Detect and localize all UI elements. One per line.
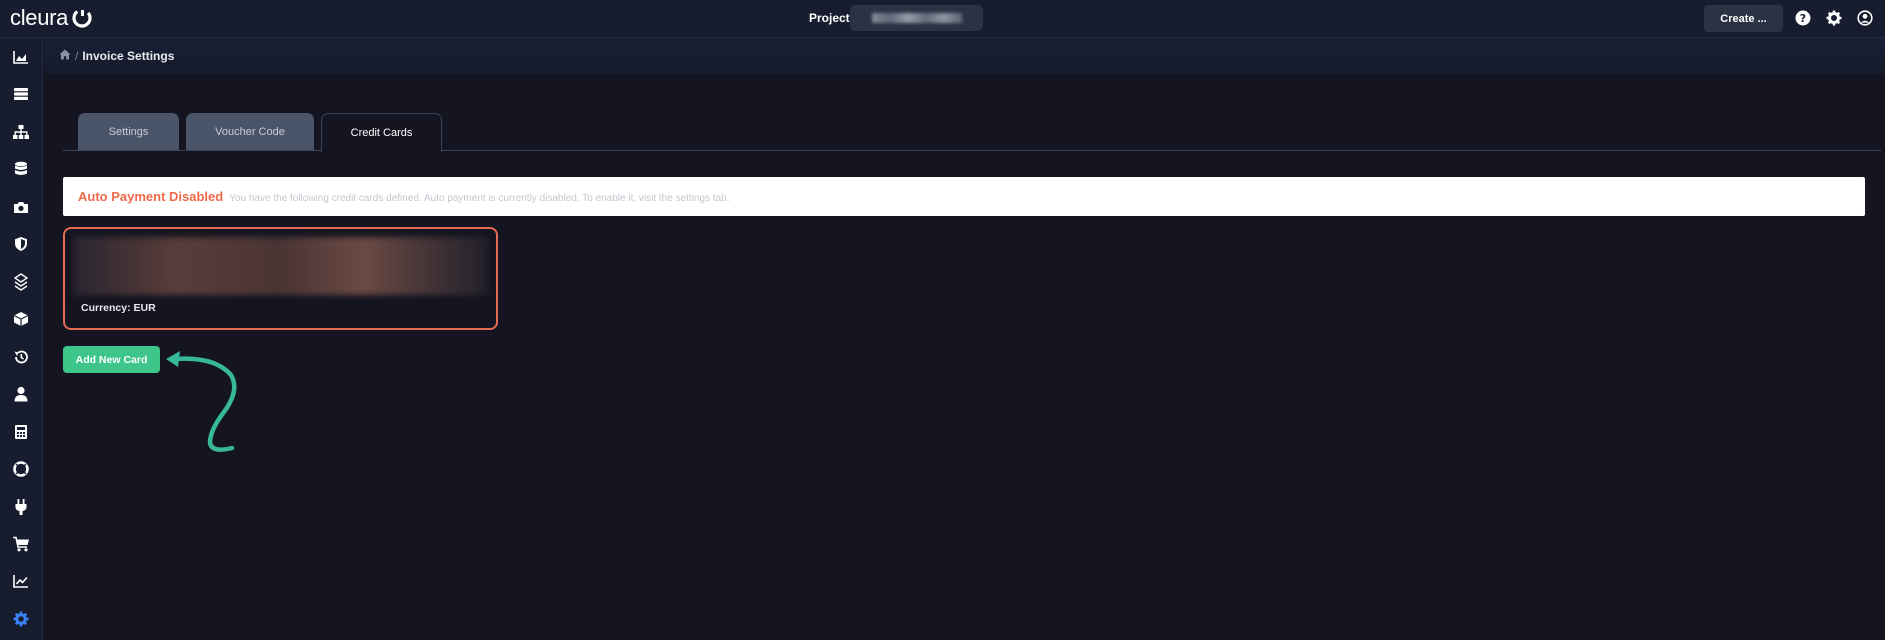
chart-line-icon[interactable] [11, 571, 31, 591]
tab-voucher-code[interactable]: Voucher Code [186, 113, 314, 151]
network-icon[interactable] [11, 122, 31, 142]
project-name-redacted [871, 13, 962, 23]
svg-text:?: ? [1800, 12, 1806, 25]
plug-icon[interactable] [11, 497, 31, 517]
notice-title: Auto Payment Disabled [78, 189, 224, 204]
notice-text: You have the following credit cards defi… [229, 192, 730, 204]
credit-card-item[interactable]: Currency: EUR [63, 227, 498, 330]
servers-icon[interactable] [11, 84, 31, 104]
cube-icon[interactable] [11, 309, 31, 329]
project-label: Project [809, 11, 850, 25]
cart-icon[interactable] [11, 534, 31, 554]
top-bar: cleura Project Create ... ? [0, 0, 1885, 38]
breadcrumb-bar: / Invoice Settings [44, 38, 1885, 74]
user-icon[interactable] [11, 384, 31, 404]
project-selector[interactable] [850, 5, 983, 31]
history-icon[interactable] [11, 347, 31, 367]
layers-icon[interactable] [11, 272, 31, 292]
user-account-icon[interactable] [1856, 9, 1874, 27]
calculator-icon[interactable] [11, 422, 31, 442]
settings-gear-icon[interactable] [1825, 9, 1843, 27]
lifebuoy-icon[interactable] [11, 459, 31, 479]
annotation-arrow-icon [166, 351, 237, 452]
camera-icon[interactable] [11, 197, 31, 217]
brand-name: cleura [10, 5, 69, 30]
chart-area-icon[interactable] [11, 47, 31, 67]
tab-settings[interactable]: Settings [78, 113, 179, 151]
app-logo[interactable]: cleura [10, 4, 92, 32]
logo-mark-icon [72, 8, 92, 28]
help-icon[interactable]: ? [1794, 9, 1812, 27]
home-icon[interactable] [59, 49, 71, 63]
database-icon[interactable] [11, 159, 31, 179]
breadcrumb-current: Invoice Settings [82, 49, 175, 63]
breadcrumb-separator: / [75, 49, 79, 63]
breadcrumb: / Invoice Settings [59, 49, 174, 63]
shield-icon[interactable] [11, 234, 31, 254]
card-currency: Currency: EUR [81, 302, 156, 314]
add-new-card-button[interactable]: Add New Card [63, 346, 160, 373]
gear-icon[interactable] [11, 609, 31, 629]
tab-credit-cards[interactable]: Credit Cards [321, 113, 442, 152]
auto-payment-notice: Auto Payment Disabled You have the follo… [63, 177, 1865, 216]
sidebar [0, 38, 43, 640]
card-details-redacted [73, 237, 488, 295]
create-button[interactable]: Create ... [1704, 5, 1783, 32]
